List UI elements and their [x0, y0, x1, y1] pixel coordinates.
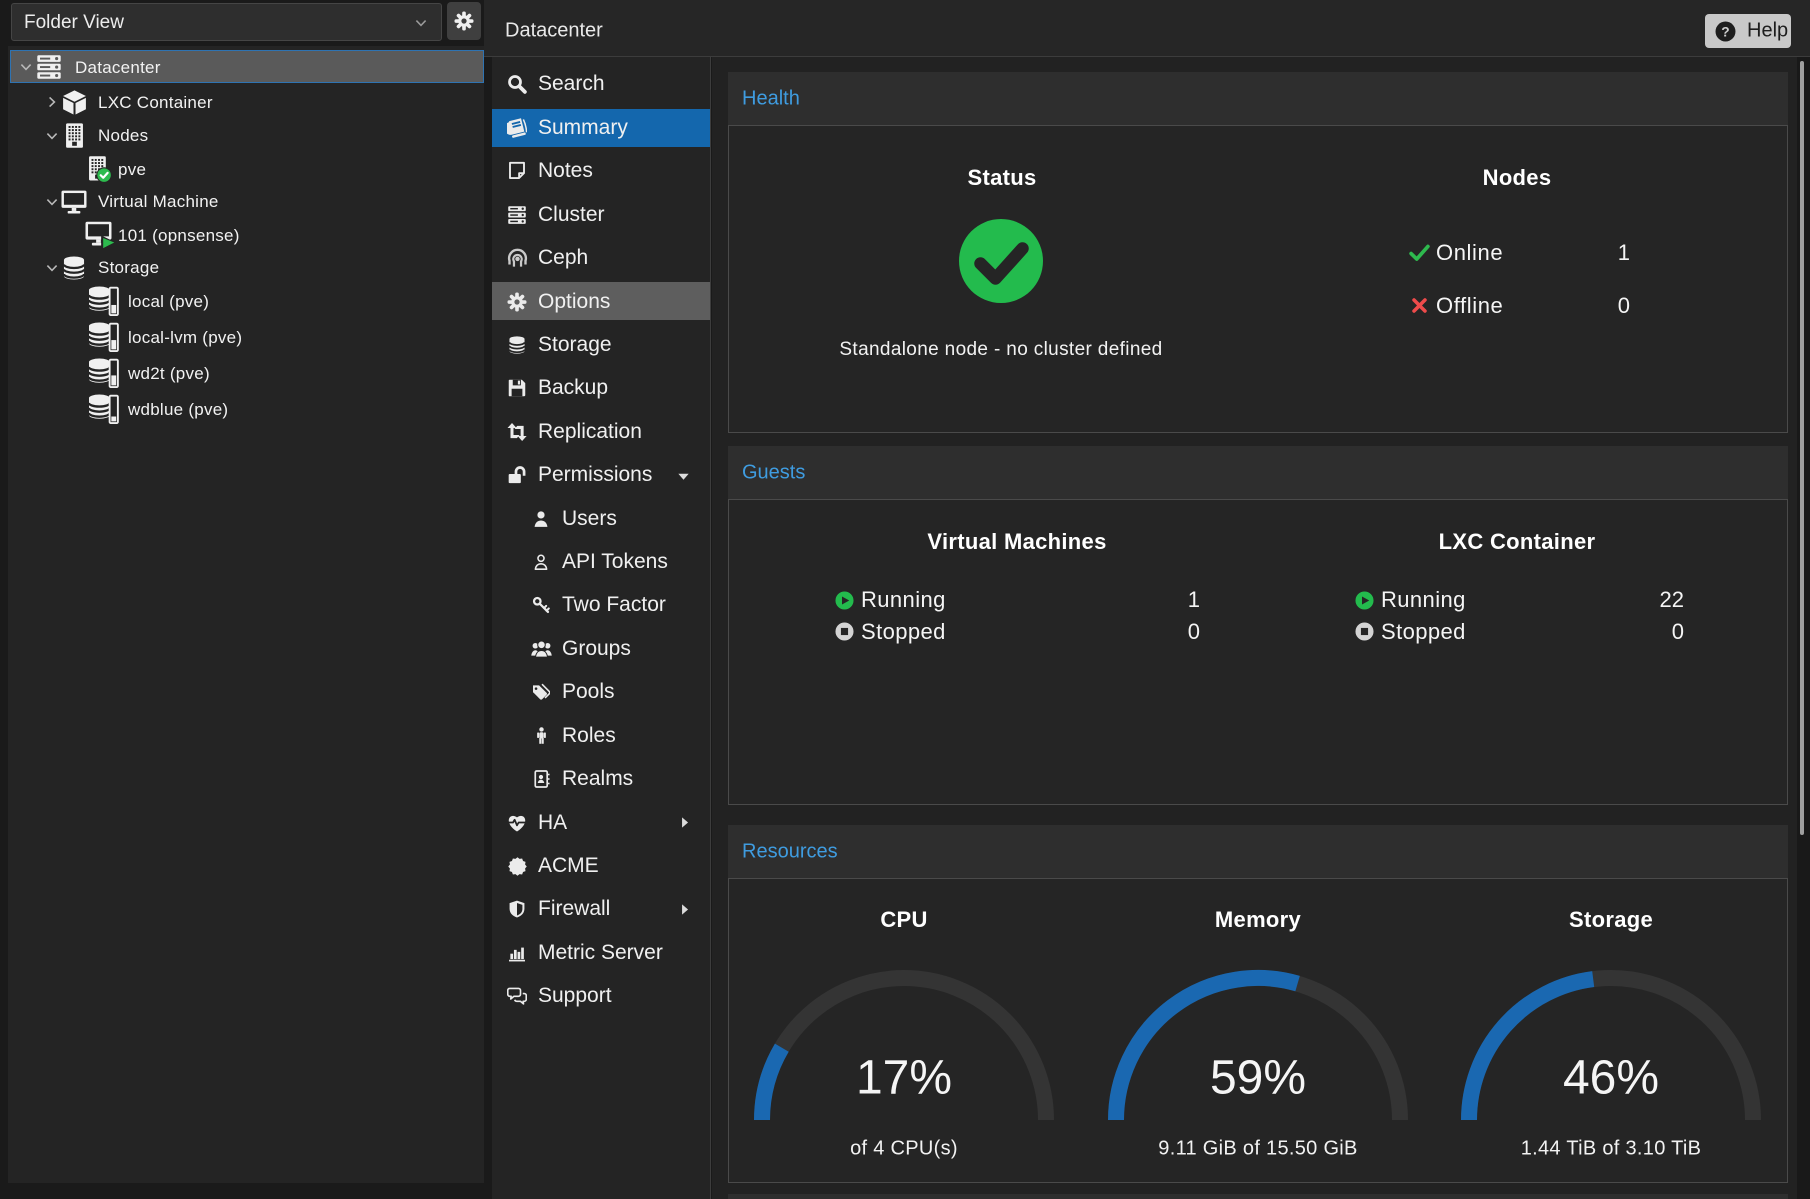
- svg-text:?: ?: [1721, 24, 1729, 39]
